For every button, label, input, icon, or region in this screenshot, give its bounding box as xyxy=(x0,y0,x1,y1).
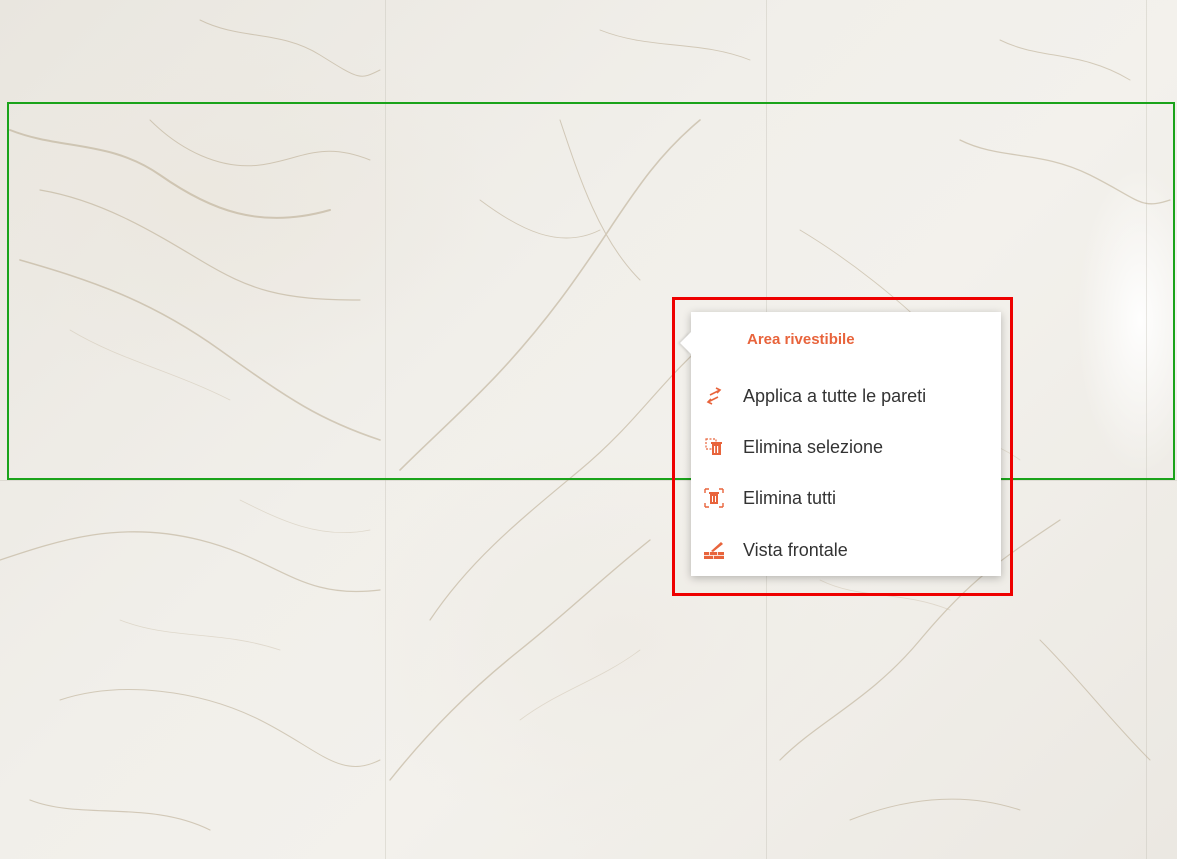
delete-selection-item[interactable]: Elimina selezione xyxy=(691,427,1001,467)
apply-to-all-walls-label: Applica a tutte le pareti xyxy=(743,385,927,406)
delete-all-icon xyxy=(703,487,725,509)
delete-all-label: Elimina tutti xyxy=(743,487,837,508)
delete-selection-icon xyxy=(703,436,725,458)
apply-to-all-walls-item[interactable]: Applica a tutte le pareti xyxy=(691,376,1001,416)
front-view-icon xyxy=(703,539,725,561)
front-view-item[interactable]: Vista frontale xyxy=(691,530,1001,570)
menu-title: Area rivestibile xyxy=(747,331,855,348)
menu-pointer-arrow xyxy=(680,332,691,354)
context-menu: Area rivestibile Applica a tutte le pare… xyxy=(680,312,1001,576)
swap-arrows-icon xyxy=(703,385,725,407)
marble-wall-canvas[interactable]: Area rivestibile Applica a tutte le pare… xyxy=(0,0,1177,859)
front-view-label: Vista frontale xyxy=(743,539,848,560)
delete-all-item[interactable]: Elimina tutti xyxy=(691,478,1001,518)
delete-selection-label: Elimina selezione xyxy=(743,436,884,457)
